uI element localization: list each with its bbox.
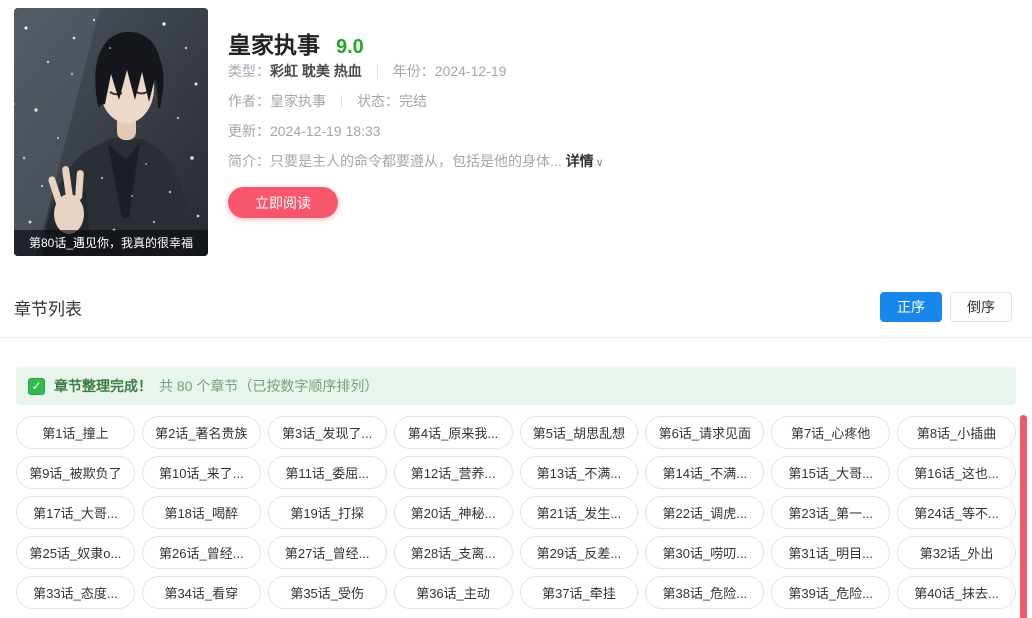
chapter-button[interactable]: 第6话_请求见面 [645,416,764,449]
chapter-button[interactable]: 第24话_等不... [897,496,1016,529]
cover-image[interactable]: 第80话_遇见你，我真的很幸福 [14,8,208,256]
chevron-down-icon[interactable]: ∨ [596,157,604,169]
chapter-button[interactable]: 第27话_曾经... [268,536,387,569]
chapter-button[interactable]: 第2话_著名贵族 [142,416,261,449]
chapter-button[interactable]: 第34话_看穿 [142,576,261,609]
chapter-button[interactable]: 第29话_反差... [520,536,639,569]
year-value: 2024-12-19 [435,63,507,79]
chapter-scrollbar-thumb[interactable] [1020,415,1027,618]
type-label: 类型： [228,63,270,79]
chapter-button[interactable]: 第25话_奴隶o... [16,536,135,569]
meta-row-update: 更新：2024-12-19 18:33 [228,116,868,146]
latest-chapter-caption: 第80话_遇见你，我真的很幸福 [14,230,208,256]
chapter-section-header: 章节列表 正序 倒序 [14,292,1012,322]
chapter-button[interactable]: 第22话_调虎... [645,496,764,529]
chapter-button[interactable]: 第17话_大哥... [16,496,135,529]
chapter-button[interactable]: 第26话_曾经... [142,536,261,569]
notice-detail-text: 共 80 个章节（已按数字顺序排列） [159,376,378,396]
chapter-button[interactable]: 第1话_撞上 [16,416,135,449]
meta-row-intro: 简介：只要是主人的命令都要遵从，包括是他的身体...详情∨ [228,146,868,176]
meta-row-type-year: 类型：彩虹 耽美 热血 年份：2024-12-19 [228,56,868,86]
chapter-button[interactable]: 第4话_原来我... [394,416,513,449]
read-now-button[interactable]: 立即阅读 [228,187,338,218]
chapter-button[interactable]: 第40话_抹去... [897,576,1016,609]
chapter-button[interactable]: 第16话_这也... [897,456,1016,489]
chapter-button[interactable]: 第5话_胡思乱想 [520,416,639,449]
year-label: 年份： [393,63,435,79]
chapter-button[interactable]: 第18话_喝醉 [142,496,261,529]
meta-divider [341,95,342,108]
chapter-button[interactable]: 第23话_第一... [771,496,890,529]
sort-toggle-group: 正序 倒序 [880,292,1012,322]
chapter-button[interactable]: 第32话_外出 [897,536,1016,569]
meta-divider [377,65,378,78]
chapter-button[interactable]: 第33话_态度... [16,576,135,609]
status-label: 状态： [357,93,399,109]
author-label: 作者： [228,93,270,109]
check-icon: ✓ [28,378,45,395]
chapter-button[interactable]: 第36话_主动 [394,576,513,609]
chapter-button[interactable]: 第37话_牵挂 [520,576,639,609]
intro-label: 简介： [228,153,270,169]
chapter-button[interactable]: 第14话_不满... [645,456,764,489]
update-value: 2024-12-19 18:33 [270,123,381,139]
chapter-button[interactable]: 第12话_营养... [394,456,513,489]
chapter-button[interactable]: 第7话_心疼他 [771,416,890,449]
chapter-button[interactable]: 第21话_发生... [520,496,639,529]
chapter-button[interactable]: 第28话_支离... [394,536,513,569]
chapter-button[interactable]: 第9话_被欺负了 [16,456,135,489]
chapter-button[interactable]: 第35话_受伤 [268,576,387,609]
chapter-button[interactable]: 第20话_神秘... [394,496,513,529]
page-title: 皇家执事 [228,26,320,60]
chapter-grid: 第1话_撞上第2话_著名贵族第3话_发现了...第4话_原来我...第5话_胡思… [16,416,1016,609]
chapter-list-title: 章节列表 [14,295,82,320]
chapter-button[interactable]: 第10话_来了... [142,456,261,489]
manga-detail-page: 第80话_遇见你，我真的很幸福 皇家执事 9.0 类型：彩虹 耽美 热血年份：2… [0,0,1032,618]
chapter-button[interactable]: 第15话_大哥... [771,456,890,489]
chapter-button[interactable]: 第3话_发现了... [268,416,387,449]
detail-link[interactable]: 详情 [566,153,594,169]
manga-info: 皇家执事 9.0 类型：彩虹 耽美 热血年份：2024-12-19 作者：皇家执… [228,26,868,218]
chapter-button[interactable]: 第30话_唠叨... [645,536,764,569]
chapter-button[interactable]: 第8话_小插曲 [897,416,1016,449]
type-value[interactable]: 彩虹 耽美 热血 [270,63,362,79]
sort-ascending-button[interactable]: 正序 [880,292,942,322]
status-value: 完结 [399,93,427,109]
notice-strong-text: 章节整理完成！ [54,376,152,396]
chapter-button[interactable]: 第31话_明目... [771,536,890,569]
intro-text: 只要是主人的命令都要遵从，包括是他的身体... [270,153,562,169]
cover-illustration [14,8,208,256]
chapter-button[interactable]: 第19话_打探 [268,496,387,529]
section-divider [0,337,1032,338]
sort-descending-button[interactable]: 倒序 [950,292,1012,322]
chapter-button[interactable]: 第39话_危险... [771,576,890,609]
update-label: 更新： [228,123,270,139]
chapter-button[interactable]: 第11话_委屈... [268,456,387,489]
meta-row-author-status: 作者：皇家执事 状态：完结 [228,86,868,116]
chapter-notice-banner: ✓ 章节整理完成！ 共 80 个章节（已按数字顺序排列） [16,367,1016,405]
chapter-button[interactable]: 第38话_危险... [645,576,764,609]
author-value: 皇家执事 [270,93,326,109]
chapter-button[interactable]: 第13话_不满... [520,456,639,489]
